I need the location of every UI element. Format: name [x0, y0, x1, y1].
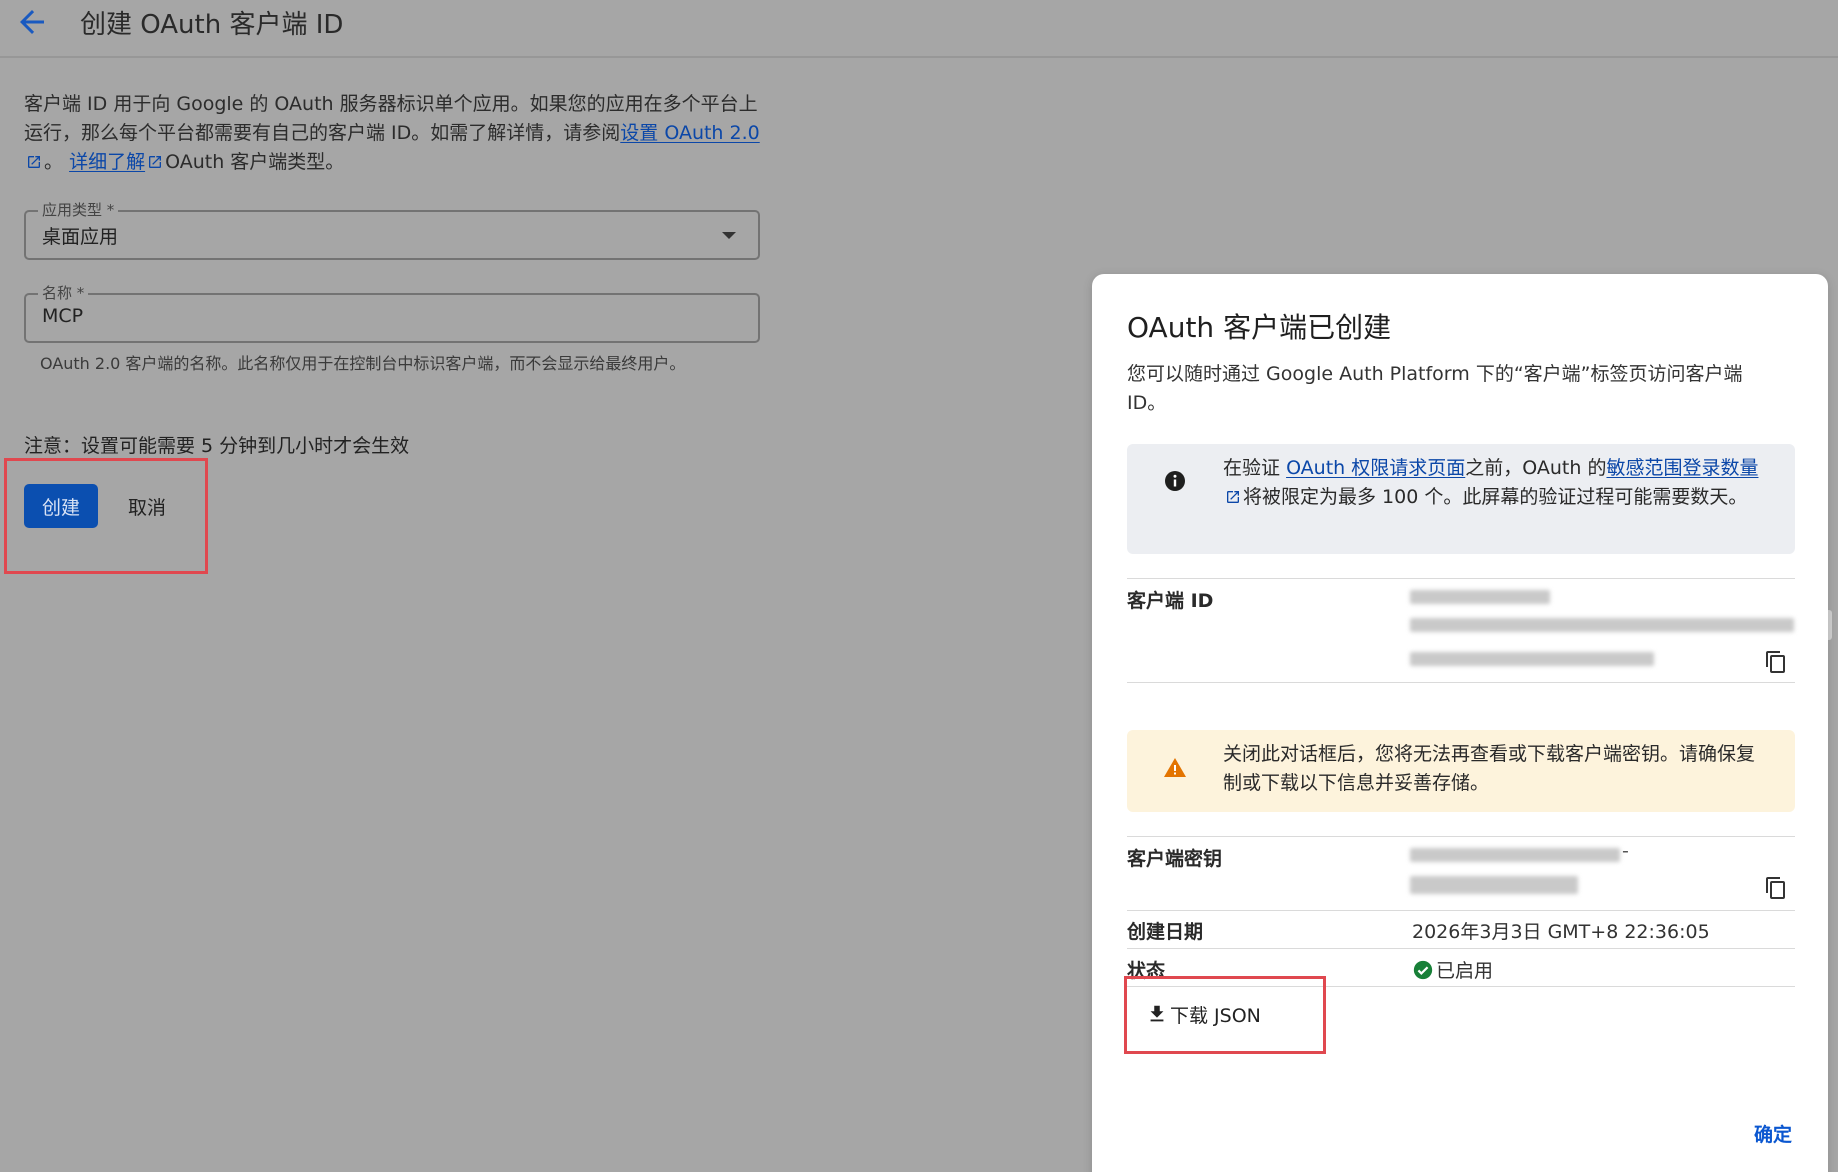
client-secret-label: 客户端密钥 — [1127, 848, 1223, 870]
dropdown-caret-icon — [722, 232, 736, 239]
page-title: 创建 OAuth 客户端 ID — [80, 10, 344, 40]
dialog-title: OAuth 客户端已创建 — [1127, 311, 1392, 344]
consent-screen-link[interactable]: OAuth 权限请求页面 — [1286, 457, 1465, 479]
name-input[interactable]: 名称 * MCP — [24, 282, 760, 343]
copy-client-secret-icon[interactable] — [1764, 876, 1788, 900]
status-text: 已启用 — [1436, 960, 1494, 982]
name-value: MCP — [42, 305, 84, 327]
intro-text: 客户端 ID 用于向 Google 的 OAuth 服务器标识单个应用。如果您的… — [24, 90, 764, 177]
divider — [1127, 682, 1795, 683]
created-date-value: 2026年3月3日 GMT+8 22:36:05 — [1412, 921, 1710, 943]
client-created-dialog: OAuth 客户端已创建 您可以随时通过 Google Auth Platfor… — [1092, 274, 1828, 1172]
app-type-select[interactable]: 应用类型 * 桌面应用 — [24, 199, 760, 260]
client-secret-fragment: - — [1622, 840, 1629, 862]
info-banner: 在验证 OAuth 权限请求页面之前，OAuth 的敏感范围登录数量将被限定为最… — [1127, 444, 1795, 554]
info-banner-text: 在验证 OAuth 权限请求页面之前，OAuth 的敏感范围登录数量将被限定为最… — [1223, 454, 1767, 512]
top-bar: 创建 OAuth 客户端 ID — [0, 0, 1838, 58]
app-type-label: 应用类型 * — [38, 199, 119, 220]
warning-banner: 关闭此对话框后，您将无法再查看或下载客户端密钥。请确保复制或下载以下信息并妥善存… — [1127, 730, 1795, 812]
intro-text-part-2: 。 — [44, 151, 64, 173]
warning-icon — [1164, 758, 1186, 777]
sensitive-scopes-link[interactable]: 敏感范围登录数量 — [1606, 457, 1758, 479]
divider — [1127, 836, 1795, 837]
learn-more-link[interactable]: 详细了解 — [69, 151, 145, 173]
intro-text-part-3: OAuth 客户端类型。 — [165, 151, 345, 173]
external-link-icon — [149, 156, 162, 168]
created-date-label: 创建日期 — [1127, 921, 1204, 943]
client-id-label: 客户端 ID — [1127, 590, 1214, 612]
status-value: 已启用 — [1412, 956, 1493, 983]
info-text-part-2: 之前，OAuth 的 — [1465, 457, 1607, 479]
name-label: 名称 * — [38, 282, 89, 303]
external-link-icon — [28, 156, 40, 168]
name-hint: OAuth 2.0 客户端的名称。此名称仅用于在控制台中标识客户端，而不会显示给… — [40, 354, 686, 373]
check-circle-icon — [1413, 960, 1433, 980]
setup-oauth-link[interactable]: 设置 OAuth 2.0 — [620, 122, 759, 144]
external-link-icon — [1227, 491, 1239, 503]
info-text-part-3: 将被限定为最多 100 个。此屏幕的验证过程可能需要数天。 — [1243, 486, 1748, 508]
app-type-value: 桌面应用 — [42, 226, 119, 248]
divider — [1127, 910, 1795, 911]
arrow-left-icon[interactable] — [14, 4, 50, 40]
page: 创建 OAuth 客户端 ID 客户端 ID 用于向 Google 的 OAut… — [0, 0, 1838, 1172]
settings-note: 注意：设置可能需要 5 分钟到几小时才会生效 — [24, 435, 410, 457]
warning-banner-text: 关闭此对话框后，您将无法再查看或下载客户端密钥。请确保复制或下载以下信息并妥善存… — [1223, 743, 1756, 794]
dialog-description: 您可以随时通过 Google Auth Platform 下的“客户端”标签页访… — [1127, 363, 1743, 414]
highlight-box-create — [4, 458, 208, 574]
info-icon — [1165, 471, 1185, 491]
ok-button[interactable]: 确定 — [1754, 1120, 1792, 1147]
divider — [1127, 578, 1795, 579]
copy-client-id-icon[interactable] — [1764, 650, 1788, 674]
divider — [1127, 948, 1795, 949]
highlight-box-download — [1124, 976, 1326, 1054]
info-text-part-1: 在验证 — [1223, 457, 1281, 479]
